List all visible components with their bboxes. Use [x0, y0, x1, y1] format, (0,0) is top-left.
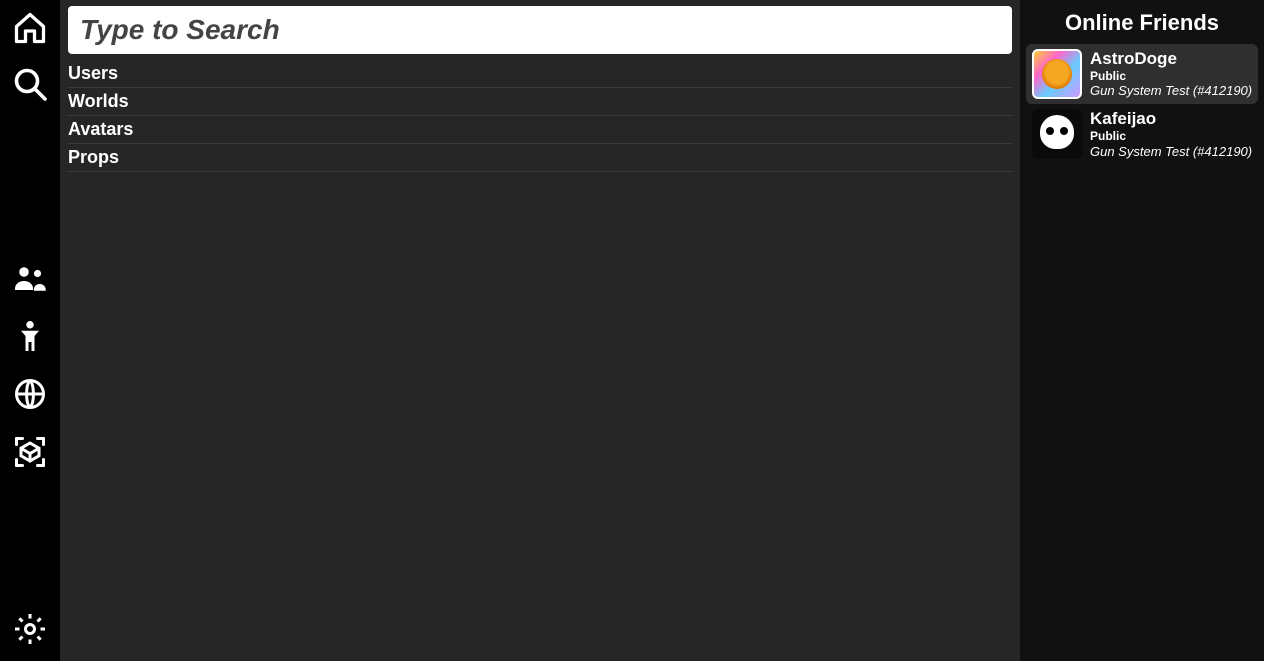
friends-icon[interactable]	[8, 256, 52, 300]
left-sidebar	[0, 0, 60, 661]
friend-name: AstroDoge	[1090, 49, 1252, 69]
category-avatars[interactable]: Avatars	[68, 116, 1012, 144]
avatar	[1032, 49, 1082, 99]
category-label: Users	[68, 63, 118, 83]
friend-visibility: Public	[1090, 130, 1252, 144]
category-list: Users Worlds Avatars Props	[68, 60, 1012, 172]
avatar-icon[interactable]	[8, 314, 52, 358]
category-users[interactable]: Users	[68, 60, 1012, 88]
friend-visibility: Public	[1090, 70, 1252, 84]
friend-world: Gun System Test (#412190)	[1090, 145, 1252, 160]
friends-panel: Online Friends AstroDoge Public Gun Syst…	[1020, 0, 1264, 661]
category-props[interactable]: Props	[68, 144, 1012, 172]
world-icon[interactable]	[8, 372, 52, 416]
category-worlds[interactable]: Worlds	[68, 88, 1012, 116]
main-panel: Users Worlds Avatars Props	[60, 0, 1020, 661]
friend-card[interactable]: AstroDoge Public Gun System Test (#41219…	[1026, 44, 1258, 104]
friends-title: Online Friends	[1026, 6, 1258, 44]
home-icon[interactable]	[8, 6, 52, 50]
friend-card[interactable]: Kafeijao Public Gun System Test (#412190…	[1026, 104, 1258, 164]
search-icon[interactable]	[8, 62, 52, 106]
category-label: Avatars	[68, 119, 133, 139]
friend-info: Kafeijao Public Gun System Test (#412190…	[1090, 109, 1252, 159]
category-label: Worlds	[68, 91, 129, 111]
friend-world: Gun System Test (#412190)	[1090, 84, 1252, 99]
settings-icon[interactable]	[8, 607, 52, 651]
friend-info: AstroDoge Public Gun System Test (#41219…	[1090, 49, 1252, 99]
friend-name: Kafeijao	[1090, 109, 1252, 129]
avatar	[1032, 109, 1082, 159]
category-label: Props	[68, 147, 119, 167]
prop-icon[interactable]	[8, 430, 52, 474]
search-input[interactable]	[68, 6, 1012, 54]
